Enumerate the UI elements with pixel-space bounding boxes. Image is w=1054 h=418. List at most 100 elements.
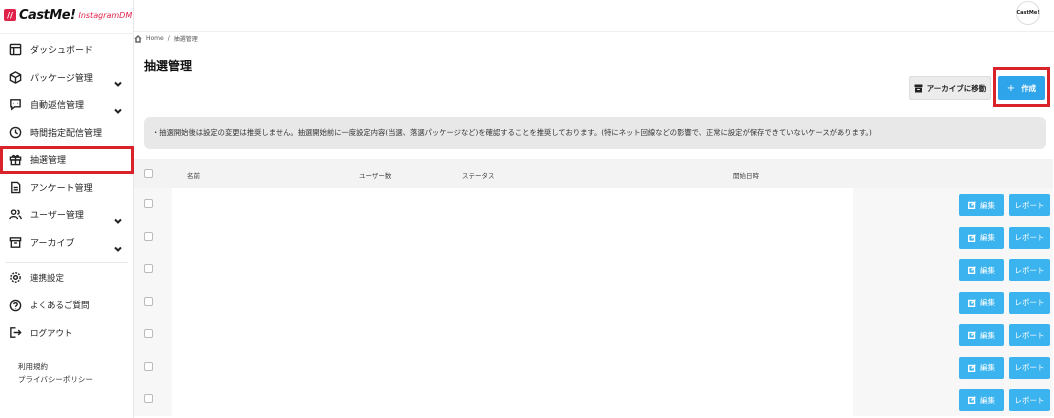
lottery-table: 名前 ユーザー数 ステータス 開始日時 編集 レポート 編集 レポート 編集 レポート 編集… <box>134 159 1053 416</box>
create-button[interactable]: + 作成 <box>998 76 1045 100</box>
edit-button[interactable]: 編集 <box>959 226 1004 249</box>
sidebar-item-users[interactable]: ユーザー管理 <box>0 201 134 229</box>
brand-logo[interactable]: // CastMe! InstagramDM <box>4 6 132 24</box>
logo-divider <box>0 33 134 34</box>
chevron-down-icon[interactable] <box>114 100 122 114</box>
sidebar-item-survey[interactable]: アンケート管理 <box>0 174 134 202</box>
row-cells <box>172 253 853 286</box>
column-header-user-count[interactable]: ユーザー数 <box>359 170 391 180</box>
logout-icon <box>8 326 22 340</box>
sidebar-item-archive[interactable]: アーカイブ <box>0 229 134 257</box>
table-row: 編集 レポート <box>134 220 1053 253</box>
edit-icon <box>968 396 976 404</box>
edit-button-label: 編集 <box>980 363 995 372</box>
report-button-label: レポート <box>1014 233 1045 242</box>
app-root: // CastMe! InstagramDM ダッシュボード パッケージ管理 自… <box>0 0 1054 418</box>
column-header-name[interactable]: 名前 <box>187 170 200 180</box>
chevron-down-icon[interactable] <box>114 238 122 252</box>
row-checkbox[interactable] <box>144 264 153 273</box>
avatar[interactable]: CastMe! <box>1016 1 1040 25</box>
edit-button-label: 編集 <box>980 395 995 405</box>
home-icon[interactable] <box>134 34 142 43</box>
layout-icon <box>8 43 22 57</box>
table-header: 名前 ユーザー数 ステータス 開始日時 <box>134 159 1053 188</box>
row-checkbox[interactable] <box>144 361 153 371</box>
sidebar-item-label: 自動返信管理 <box>30 101 85 112</box>
table-row: 編集 レポート <box>134 350 1053 383</box>
sidebar-item-lottery[interactable]: 抽選管理 <box>0 146 134 174</box>
edit-icon <box>968 298 976 307</box>
row-checkbox[interactable] <box>144 329 153 338</box>
edit-button-label: 編集 <box>980 265 995 275</box>
gift-icon <box>8 153 22 167</box>
report-button[interactable]: レポート <box>1009 226 1050 249</box>
sidebar-secondary-nav: 連携設定 よくあるご質問 ログアウト <box>0 264 134 347</box>
row-cells <box>172 350 853 383</box>
create-button-label: 作成 <box>1021 83 1037 93</box>
sidebar-item-scheduled[interactable]: 時間指定配信管理 <box>0 119 134 147</box>
row-checkbox[interactable] <box>144 296 153 306</box>
sidebar-item-logout[interactable]: ログアウト <box>0 319 134 347</box>
edit-button[interactable]: 編集 <box>959 194 1004 216</box>
sidebar-item-label: ダッシュボード <box>30 46 94 57</box>
row-cells <box>172 285 853 318</box>
sidebar-item-auto-reply[interactable]: 自動返信管理 <box>0 91 134 119</box>
row-cells <box>172 383 853 416</box>
breadcrumb-current: 抽選管理 <box>173 36 198 43</box>
edit-button[interactable]: 編集 <box>959 259 1004 281</box>
privacy-link[interactable]: プライバシーポリシー <box>18 373 93 386</box>
package-icon <box>8 70 22 84</box>
sidebar-item-packages[interactable]: パッケージ管理 <box>0 64 134 92</box>
sidebar-item-label: アーカイブ <box>30 238 75 249</box>
sidebar-item-label: アンケート管理 <box>30 183 93 194</box>
chat-icon <box>8 98 22 112</box>
help-icon <box>8 298 22 312</box>
sidebar-divider <box>6 262 128 263</box>
report-button[interactable]: レポート <box>1009 291 1050 314</box>
gear-icon <box>8 271 22 285</box>
edit-button[interactable]: 編集 <box>959 389 1004 411</box>
chevron-down-icon[interactable] <box>114 210 122 224</box>
sidebar-item-dashboard[interactable]: ダッシュボード <box>0 36 134 64</box>
sidebar-item-faq[interactable]: よくあるご質問 <box>0 292 134 320</box>
edit-icon <box>968 233 976 242</box>
row-checkbox[interactable] <box>144 394 153 403</box>
brand-mark: // <box>4 9 16 21</box>
row-checkbox[interactable] <box>144 231 153 241</box>
terms-link[interactable]: 利用規約 <box>18 360 93 373</box>
row-cells <box>172 318 853 351</box>
edit-button[interactable]: 編集 <box>959 324 1004 346</box>
clock-icon <box>8 125 22 139</box>
notice-text: ・抽選開始後は設定の変更は推奨しません。抽選開始前に一度設定内容(当選、落選パッ… <box>152 128 872 137</box>
column-header-start-date[interactable]: 開始日時 <box>733 170 759 180</box>
report-button[interactable]: レポート <box>1009 194 1050 216</box>
archive-icon <box>8 235 22 249</box>
column-header-status[interactable]: ステータス <box>462 170 495 180</box>
header-divider <box>134 31 1054 32</box>
archive-box-icon <box>914 84 923 92</box>
sidebar-item-integration[interactable]: 連携設定 <box>0 264 134 292</box>
select-all-checkbox[interactable] <box>144 169 153 178</box>
table-row: 編集 レポート <box>134 383 1053 416</box>
sidebar-item-label: 抽選管理 <box>30 156 67 167</box>
table-row: 編集 レポート <box>134 188 1053 221</box>
edit-icon <box>968 331 976 339</box>
sidebar-item-label: 時間指定配信管理 <box>30 128 103 139</box>
edit-button[interactable]: 編集 <box>959 291 1004 314</box>
row-cells <box>172 188 853 221</box>
edit-button[interactable]: 編集 <box>959 356 1004 379</box>
report-button[interactable]: レポート <box>1009 324 1050 346</box>
breadcrumb-separator: / <box>167 35 170 42</box>
chevron-down-icon[interactable] <box>114 73 122 87</box>
edit-button-label: 編集 <box>980 330 995 340</box>
report-button[interactable]: レポート <box>1009 356 1050 379</box>
report-button[interactable]: レポート <box>1009 259 1050 281</box>
report-button[interactable]: レポート <box>1009 389 1050 411</box>
row-checkbox[interactable] <box>144 199 153 208</box>
move-to-archive-button[interactable]: アーカイブに移動 <box>909 76 991 100</box>
users-icon <box>8 208 22 222</box>
row-cells <box>172 220 853 253</box>
breadcrumb-home[interactable]: Home <box>146 35 164 42</box>
sidebar: // CastMe! InstagramDM ダッシュボード パッケージ管理 自… <box>0 0 134 418</box>
table-row: 編集 レポート <box>134 253 1053 286</box>
